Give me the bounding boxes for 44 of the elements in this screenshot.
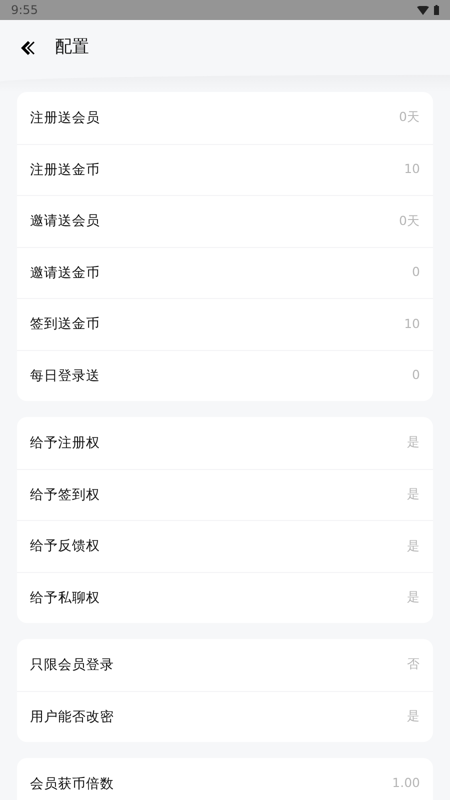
settings-row[interactable]: 给予私聊权 是: [17, 572, 433, 623]
settings-row[interactable]: 每日登录送 0: [17, 350, 433, 401]
settings-row[interactable]: 给予注册权 是: [17, 417, 433, 468]
setting-label: 签到送金币: [30, 315, 100, 334]
page-title: 配置: [55, 36, 89, 59]
setting-label: 注册送会员: [30, 108, 100, 128]
setting-label: 给予私聊权: [30, 588, 100, 608]
settings-row[interactable]: 给予反馈权 是: [17, 520, 433, 572]
setting-label: 每日登录送: [30, 366, 100, 386]
setting-value: 10: [404, 314, 420, 333]
setting-value: 是: [407, 433, 420, 452]
settings-row[interactable]: 只限会员登录 否: [17, 639, 433, 690]
setting-label: 给予反馈权: [30, 537, 100, 556]
back-chevrons-icon: [19, 40, 37, 56]
settings-row[interactable]: 签到送金币 10: [17, 298, 433, 350]
setting-value: 是: [407, 588, 420, 606]
setting-value: 否: [407, 655, 420, 674]
setting-label: 注册送金币: [30, 160, 100, 180]
battery-icon: [434, 5, 439, 15]
setting-value: 10: [404, 160, 420, 178]
settings-row[interactable]: 邀请送金币 0: [17, 246, 433, 298]
settings-row[interactable]: 邀请送会员 0天: [17, 195, 433, 246]
setting-value: 是: [407, 485, 420, 504]
settings-row[interactable]: 注册送金币 10: [17, 144, 433, 195]
setting-value: 0天: [399, 108, 420, 126]
setting-label: 邀请送会员: [30, 212, 100, 232]
settings-row[interactable]: 注册送会员 0天: [17, 92, 433, 144]
setting-label: 邀请送金币: [30, 264, 100, 283]
setting-label: 给予注册权: [30, 434, 100, 453]
setting-label: 用户能否改密: [30, 708, 114, 727]
wifi-icon: [417, 6, 429, 14]
setting-label: 只限会员登录: [30, 656, 114, 675]
setting-value: 是: [407, 707, 420, 726]
setting-value: 是: [407, 536, 420, 555]
settings-row[interactable]: 用户能否改密 是: [17, 690, 433, 742]
setting-value: 1.00: [392, 774, 420, 792]
settings-row[interactable]: 会员获币倍数 1.00: [17, 758, 433, 800]
setting-value: 0天: [399, 212, 420, 230]
status-time: 9:55: [11, 2, 38, 19]
setting-value: 0: [412, 263, 420, 282]
setting-label: 给予签到权: [30, 486, 100, 505]
setting-label: 会员获币倍数: [30, 774, 114, 794]
settings-row[interactable]: 给予签到权 是: [17, 468, 433, 520]
setting-value: 0: [412, 366, 420, 384]
